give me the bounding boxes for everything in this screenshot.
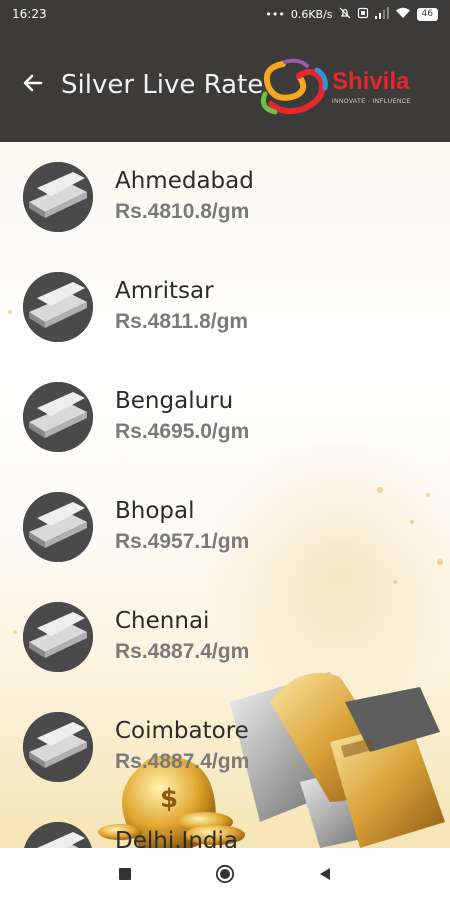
dots-icon: ••• <box>265 7 285 21</box>
recents-button[interactable] <box>115 864 135 884</box>
shivila-logo-mark <box>260 58 328 115</box>
list-item[interactable]: Chennai Rs.4887.4/gm <box>0 582 450 692</box>
silver-rate: Rs.4887.4/gm <box>115 640 250 663</box>
list-item[interactable]: Bengaluru Rs.4695.0/gm <box>0 362 450 472</box>
status-time: 16:23 <box>12 7 47 21</box>
city-name: Coimbatore <box>115 718 249 744</box>
brand-logo: Shivila INNOVATE · INFLUENCE <box>255 58 435 118</box>
silver-rate: Rs.4695.0/gm <box>115 420 250 443</box>
triangle-back-icon <box>320 868 330 880</box>
wifi-icon <box>395 7 411 22</box>
city-name: Delhi.India <box>115 828 238 848</box>
silver-rate: Rs.4811.8/gm <box>115 310 249 333</box>
back-button[interactable] <box>20 70 46 96</box>
page-title: Silver Live Rate <box>61 70 264 100</box>
list-item[interactable]: Amritsar Rs.4811.8/gm <box>0 252 450 362</box>
rate-list[interactable]: $ Ahmedabad Rs.4810.8/gm Amritsar Rs.481… <box>0 142 450 848</box>
square-icon <box>119 868 131 880</box>
city-name: Bengaluru <box>115 388 234 414</box>
system-nav-bar <box>0 848 450 900</box>
battery-icon: 46 <box>416 7 438 21</box>
home-button[interactable] <box>215 864 235 884</box>
silver-bar-thumbnail <box>23 822 93 848</box>
list-item[interactable]: Ahmedabad Rs.4810.8/gm <box>0 142 450 252</box>
status-icons: ••• 0.6KB/s 46 <box>265 6 438 22</box>
network-speed: 0.6KB/s <box>290 7 333 21</box>
silver-bar-thumbnail <box>23 382 93 452</box>
back-nav-button[interactable] <box>315 864 335 884</box>
silver-bar-thumbnail <box>23 602 93 672</box>
silver-rate: Rs.4887.4/gm <box>115 750 250 773</box>
silver-bar-thumbnail <box>23 272 93 342</box>
logo-tagline: INNOVATE · INFLUENCE <box>332 99 412 105</box>
city-name: Ahmedabad <box>115 168 254 194</box>
status-bar: 16:23 ••• 0.6KB/s 46 <box>0 0 450 28</box>
mute-icon <box>339 7 351 22</box>
circle-icon <box>215 864 235 884</box>
city-name: Amritsar <box>115 278 214 304</box>
silver-rate: Rs.4957.1/gm <box>115 530 250 553</box>
silver-bar-thumbnail <box>23 492 93 562</box>
list-item[interactable]: Bhopal Rs.4957.1/gm <box>0 472 450 582</box>
city-name: Chennai <box>115 608 210 634</box>
silver-rate: Rs.4810.8/gm <box>115 200 250 223</box>
sim-icon <box>357 7 369 22</box>
silver-bar-thumbnail <box>23 162 93 232</box>
list-item[interactable]: Coimbatore Rs.4887.4/gm <box>0 692 450 802</box>
silver-bar-thumbnail <box>23 712 93 782</box>
arrow-left-icon <box>23 74 43 92</box>
app-bar: Silver Live Rate Shivila INNOVATE · INFL… <box>0 28 450 142</box>
list-item[interactable]: Delhi.India <box>0 802 450 848</box>
signal-icon <box>374 6 389 22</box>
city-name: Bhopal <box>115 498 195 524</box>
logo-name: Shivila <box>332 68 410 95</box>
